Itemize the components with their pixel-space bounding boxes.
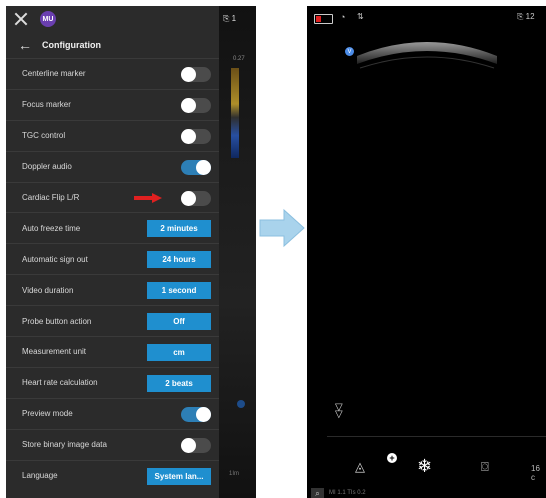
acoustic-output-text: MI 1.1 TIs 0.2	[329, 490, 366, 496]
settings-row[interactable]: Auto freeze time 2 minutes	[6, 212, 219, 243]
settings-select-button[interactable]: 2 beats	[147, 374, 211, 392]
settings-row-label: Measurement unit	[22, 347, 87, 357]
battery-icon	[314, 14, 333, 24]
settings-select-button[interactable]: System lan...	[147, 467, 211, 485]
toggle-knob	[196, 406, 211, 422]
left-phone-screen: ⎘ 1 0.27 1Im MU ← Configuration Centerli…	[6, 6, 256, 498]
settings-row-label: Auto freeze time	[22, 223, 81, 233]
settings-row[interactable]: Cardiac Flip L/R	[6, 181, 219, 213]
back-arrow-icon[interactable]: ←	[18, 37, 36, 53]
red-arrow-shape	[134, 192, 162, 203]
toggle-knob	[196, 159, 211, 175]
settings-row-label: Store binary image data	[22, 440, 107, 450]
settings-select-button[interactable]: Off	[147, 313, 211, 331]
strip-bottom-text: 1Im	[229, 471, 240, 477]
settings-row-label: Doppler audio	[22, 162, 72, 172]
chevron-down-icon[interactable]: ▽ ▽	[335, 403, 343, 420]
add-icon[interactable]: +	[387, 453, 397, 463]
settings-row[interactable]: Automatic sign out 24 hours	[6, 243, 219, 274]
settings-row[interactable]: TGC control	[6, 119, 219, 151]
settings-row[interactable]: Store binary image data	[6, 428, 219, 460]
toggle-switch[interactable]	[181, 437, 211, 453]
settings-row[interactable]: Centerline marker	[6, 58, 219, 89]
toggle-knob	[181, 97, 196, 113]
settings-row-label: Cardiac Flip L/R	[22, 193, 80, 202]
ultrasound-background-strip: ⎘ 1 0.27 1Im	[219, 6, 256, 498]
settings-select-button[interactable]: cm	[147, 344, 211, 362]
signal-icon: ⇅	[357, 12, 364, 21]
toggle-switch[interactable]	[181, 190, 211, 206]
configuration-header: ← Configuration	[6, 32, 219, 58]
settings-row-label: Video duration	[22, 285, 74, 295]
configuration-panel: MU ← Configuration Centerline marker Focu…	[6, 6, 219, 498]
settings-row-label: Language	[22, 471, 58, 481]
settings-row[interactable]: Language System lan...	[6, 459, 219, 491]
red-arrow-icon	[134, 192, 162, 203]
toggle-switch[interactable]	[181, 159, 211, 175]
scale-label: 0.27	[233, 56, 245, 62]
camera-icon[interactable]: ⌼	[481, 459, 489, 475]
settings-row[interactable]: Heart rate calculation 2 beats	[6, 366, 219, 398]
avatar[interactable]: MU	[40, 11, 56, 27]
transition-arrow-icon	[259, 208, 305, 248]
bottom-controls: ▽ ▽ ◬ + ❄ ⌼ 16 c ⌕ MI 1.1 TIs 0.2	[307, 403, 546, 498]
freeze-snowflake-icon[interactable]: ❄	[417, 456, 432, 477]
settings-select-button[interactable]: 24 hours	[147, 251, 211, 269]
probe-badge: ⎘ 1	[223, 14, 237, 23]
probe-badge: ⎘ 12	[517, 12, 535, 21]
settings-select-button[interactable]: 1 second	[147, 282, 211, 300]
toggle-knob	[181, 437, 196, 453]
zoom-icon[interactable]: ⌕	[311, 488, 324, 498]
settings-row[interactable]: Probe button action Off	[6, 305, 219, 336]
toggle-switch[interactable]	[181, 97, 211, 113]
settings-list: Centerline marker Focus marker TGC control…	[6, 58, 219, 490]
page-title: Configuration	[42, 40, 101, 50]
settings-row-label: Probe button action	[22, 316, 92, 326]
toggle-knob	[181, 67, 196, 82]
settings-row-label: Automatic sign out	[22, 254, 88, 264]
settings-row[interactable]: Preview mode	[6, 397, 219, 429]
toggle-switch[interactable]	[181, 128, 211, 144]
settings-row[interactable]: Measurement unit cm	[6, 336, 219, 367]
settings-row-label: Preview mode	[22, 409, 73, 419]
toggle-switch[interactable]	[181, 67, 211, 82]
divider	[327, 436, 546, 437]
toggle-switch[interactable]	[181, 406, 211, 422]
panel-top-bar: MU	[6, 6, 219, 32]
wifi-icon: ◔	[340, 12, 346, 22]
status-bar: ◔ ⇅ ⎘ 12	[307, 6, 546, 26]
color-scale	[231, 68, 239, 158]
toggle-knob	[181, 128, 196, 144]
settings-row[interactable]: Doppler audio	[6, 150, 219, 182]
depth-label: 16 c	[531, 464, 540, 482]
settings-row[interactable]: Focus marker	[6, 88, 219, 120]
settings-row-label: TGC control	[22, 131, 66, 141]
right-phone-screen: ◔ ⇅ ⎘ 12 V ▽ ▽ ◬ + ❄ ⌼ 16 c ⌕ MI 1.1 TIs …	[307, 6, 546, 498]
close-icon[interactable]	[14, 12, 28, 26]
scan-mode-icon[interactable]: ◬	[355, 459, 365, 475]
settings-row-label: Heart rate calculation	[22, 378, 98, 388]
settings-row-label: Centerline marker	[22, 69, 86, 79]
settings-row[interactable]: Video duration 1 second	[6, 274, 219, 305]
probe-marker	[237, 400, 245, 408]
settings-row-label: Focus marker	[22, 100, 71, 110]
settings-select-button[interactable]: 2 minutes	[147, 220, 211, 238]
toggle-knob	[181, 190, 196, 206]
ultrasound-sector	[357, 42, 497, 69]
